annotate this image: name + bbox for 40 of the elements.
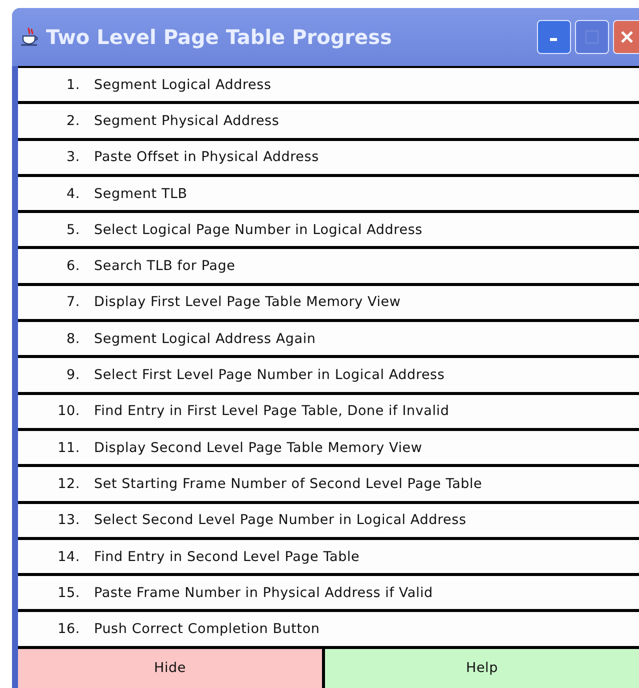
step-label: Paste Frame Number in Physical Address if Valid [94,584,433,601]
minimize-button[interactable] [537,20,571,54]
step-label: Push Correct Completion Button [94,621,320,638]
step-number: 15. [56,584,80,601]
step-label: Select Logical Page Number in Logical Address [94,222,422,238]
step-label: Display First Level Page Table Memory View [94,294,401,310]
step-label: Display Second Level Page Table Memory View [94,440,422,456]
step-label: Set Starting Frame Number of Second Level Page Table [94,476,482,492]
step-label: Paste Offset in Physical Address [94,149,319,166]
step-label: Select Second Level Page Number in Logical Address [94,512,466,528]
close-icon [620,30,634,44]
step-number: 5. [66,222,80,238]
step-number: 1. [66,76,80,93]
step-number: 7. [66,294,80,310]
step-number: 12. [56,476,80,492]
step-number: 6. [66,258,80,274]
step-number: 11. [56,440,80,456]
window-title: Two Level Page Table Progress [46,25,393,49]
maximize-button[interactable] [575,20,609,54]
step-label: Search TLB for Page [94,258,236,274]
step-number: 14. [56,548,80,564]
coffee-cup-icon [20,27,40,47]
step-label: Segment Logical Address Again [94,330,316,347]
step-number: 13. [56,512,80,528]
step-label: Segment Logical Address [94,76,272,93]
step-number: 2. [66,112,80,129]
step-label: Segment Physical Address [94,112,280,129]
hide-button[interactable]: Hide [18,648,322,688]
close-button[interactable] [613,20,639,54]
step-number: 4. [66,186,80,202]
step-number: 16. [56,621,80,638]
step-label: Select First Level Page Number in Logical Address [94,367,445,384]
step-number: 10. [56,403,80,420]
help-button[interactable]: Help [325,648,639,688]
step-number: 9. [66,367,80,384]
step-label: Find Entry in First Level Page Table, Done if Invalid [94,403,450,420]
step-label: Segment TLB [94,186,188,202]
step-label: Find Entry in Second Level Page Table [94,548,360,564]
step-number: 8. [66,330,80,347]
step-number: 3. [66,149,80,166]
